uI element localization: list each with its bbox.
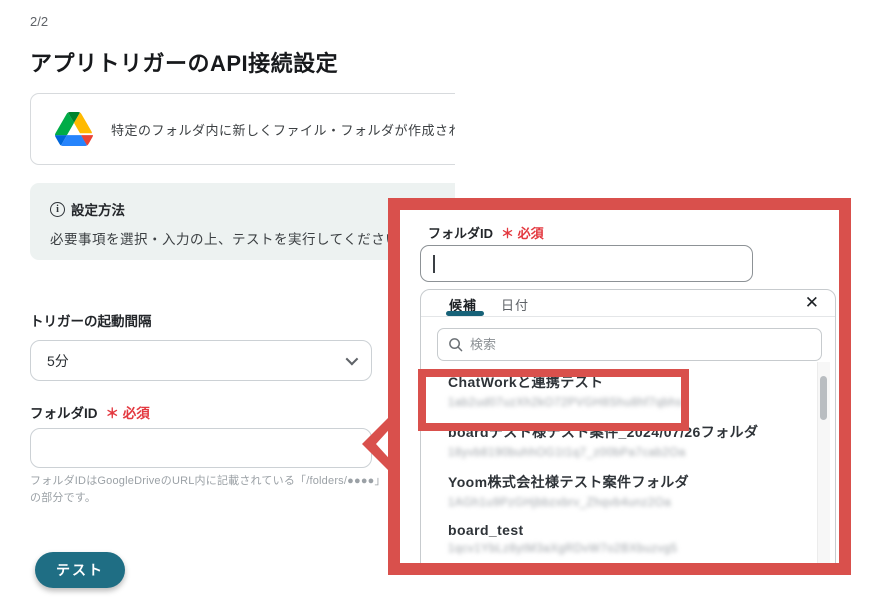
popup-folder-id-input[interactable]	[420, 245, 753, 282]
folder-id-label: フォルダID ＊ 必須	[30, 406, 150, 421]
list-item[interactable]: ChatWorkと連携テスト 1ab2ud07uzXh2kO72PVGH8Shu…	[448, 372, 791, 409]
option-title: board_test	[448, 522, 524, 538]
option-id-blurred: 18yvb8190buhhOG1t1q7_z00bPa7cab2Oa	[448, 447, 686, 459]
test-button[interactable]: テスト	[35, 552, 125, 588]
chevron-down-icon	[345, 352, 359, 366]
trigger-description: 特定のフォルダ内に新しくファイル・フォルダが作成されたら	[111, 122, 455, 138]
close-icon[interactable]: ✕	[805, 293, 819, 313]
trigger-settings-form: 2/2 アプリトリガーのAPI接続設定 特定のフォルダ内に新しくファイル・フォル…	[0, 0, 455, 610]
option-id-blurred: 1AGh1u9PzGHjbbzxbrv_Zhqvb4unz2Oa	[448, 497, 672, 509]
interval-label: トリガーの起動間隔	[30, 314, 152, 329]
interval-select[interactable]: 5分	[30, 340, 372, 381]
popup-required-badge: ＊ 必須	[501, 226, 544, 241]
option-title: ChatWorkと連携テスト	[448, 374, 604, 390]
instructions-title: 設定方法	[71, 203, 125, 218]
trigger-summary-card: 特定のフォルダ内に新しくファイル・フォルダが作成されたら	[30, 93, 455, 165]
folder-id-helper: フォルダIDはGoogleDriveのURL内に記載されている「/folders…	[30, 475, 381, 505]
google-drive-icon	[55, 112, 93, 146]
tab-date[interactable]: 日付	[501, 295, 529, 314]
option-id-blurred: 1qcv1YbLz8ytM3aXgRDvW7o2BXbuzvg5	[448, 543, 678, 555]
search-input[interactable]	[470, 337, 811, 352]
folder-options-list: ChatWorkと連携テスト 1ab2ud07uzXh2kO72PVGH8Shu…	[448, 372, 791, 575]
folder-id-zoom-popup: フォルダID ＊ 必須 候補 日付 ✕ 検索 ChatWorkと連携テスト 1a…	[388, 198, 851, 575]
page: 2/2 アプリトリガーのAPI接続設定 特定のフォルダ内に新しくファイル・フォル…	[0, 0, 886, 610]
list-item[interactable]: board_test 1qcv1YbLz8ytM3aXgRDvW7o2BXbuz…	[448, 522, 791, 555]
search-icon	[449, 338, 463, 352]
option-title: （更新）新しいフォルダ	[448, 568, 791, 575]
folder-id-input[interactable]	[30, 428, 372, 468]
suggestions-panel: 候補 日付 ✕ ChatWorkと連携テスト 1ab2ud07uzXh2kO72…	[420, 289, 836, 575]
text-cursor	[433, 255, 435, 273]
option-id-blurred: 1ab2ud07uzXh2kO72PVGH8Shu8hf7qbhs	[448, 397, 683, 409]
scrollbar-thumb[interactable]	[820, 376, 827, 420]
page-title: アプリトリガーのAPI接続設定	[30, 51, 339, 76]
list-item[interactable]: boardテスト様テスト案件_2024/07/26フォルダ 18yvb8190b…	[448, 422, 791, 459]
option-title: boardテスト様テスト案件_2024/07/26フォルダ	[448, 424, 759, 440]
search-field[interactable]	[437, 328, 822, 361]
option-title: Yoom株式会社様テスト案件フォルダ	[448, 474, 690, 490]
list-item[interactable]: （更新）新しいフォルダ	[448, 568, 791, 575]
step-indicator: 2/2	[30, 14, 49, 29]
required-badge: ＊ 必須	[105, 406, 150, 421]
scrollbar-track[interactable]	[817, 362, 830, 563]
info-icon: i	[50, 201, 65, 217]
tab-divider	[421, 316, 835, 317]
list-item[interactable]: Yoom株式会社様テスト案件フォルダ 1AGh1u9PzGHjbbzxbrv_Z…	[448, 472, 791, 509]
interval-value: 5分	[47, 352, 69, 369]
popup-folder-id-label: フォルダID ＊ 必須	[428, 226, 544, 241]
